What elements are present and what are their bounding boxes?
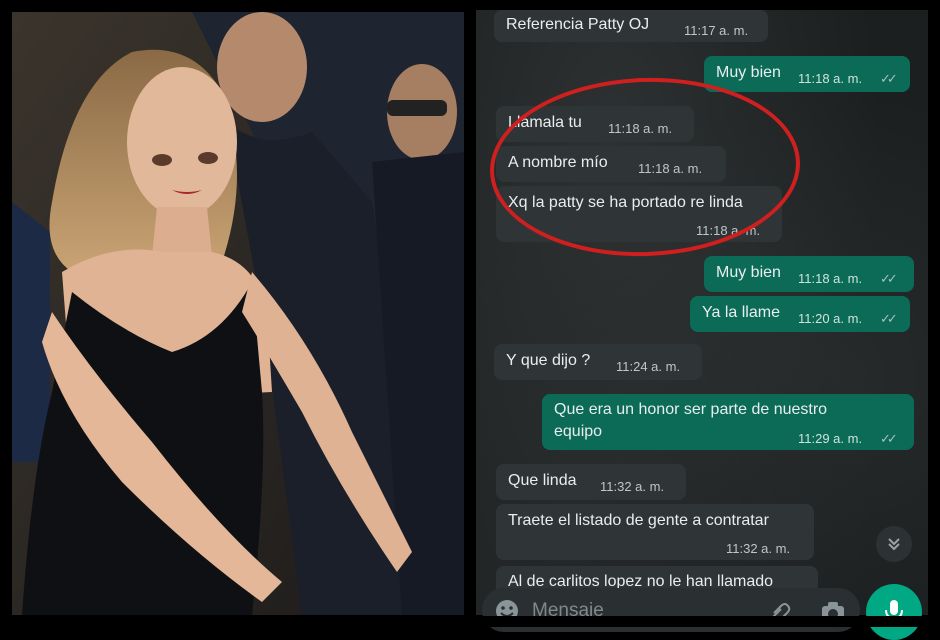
message-text: Ya la llame (702, 304, 780, 321)
message-outgoing[interactable]: Muy bien 11:18 a. m. ✓✓ (704, 56, 910, 92)
message-time: 11:18 a. m. (638, 161, 703, 176)
news-photo (12, 12, 464, 615)
message-text: Muy bien (716, 264, 781, 281)
message-text: equipo (554, 423, 603, 440)
message-text: Que era un honor ser parte de nuestro (554, 401, 828, 418)
read-ticks-icon: ✓✓ (880, 71, 898, 86)
message-text: Muy bien (716, 64, 781, 81)
read-ticks-icon: ✓✓ (880, 271, 898, 286)
frame-bottom-edge (0, 616, 940, 627)
read-ticks-icon: ✓✓ (880, 311, 898, 326)
scroll-down-button[interactable] (876, 526, 912, 562)
message-time: 11:29 a. m. (798, 431, 863, 446)
message-incoming[interactable]: A nombre mío 11:18 a. m. (496, 146, 726, 182)
message-incoming[interactable]: Y que dijo ? 11:24 a. m. (494, 344, 702, 380)
message-text: A nombre mío (508, 154, 608, 171)
message-incoming[interactable]: Llamala tu 11:18 a. m. (496, 106, 694, 142)
message-text: Traete el listado de gente a contratar (508, 512, 769, 529)
message-text: Que linda (508, 472, 577, 489)
message-incoming[interactable]: Que linda 11:32 a. m. (496, 464, 686, 500)
message-text: Llamala tu (508, 114, 582, 131)
read-ticks-icon: ✓✓ (880, 431, 898, 446)
message-text: Referencia Patty OJ (506, 16, 650, 33)
message-outgoing[interactable]: Que era un honor ser parte de nuestro eq… (542, 394, 914, 450)
message-incoming[interactable]: Traete el listado de gente a contratar 1… (496, 504, 814, 560)
message-text: Xq la patty se ha portado re linda (508, 194, 743, 211)
message-time: 11:18 a. m. (798, 71, 863, 86)
message-time: 11:18 a. m. (798, 271, 863, 286)
double-chevron-down-icon (888, 538, 900, 551)
message-outgoing[interactable]: Muy bien 11:18 a. m. ✓✓ (704, 256, 914, 292)
microphone-button[interactable] (866, 584, 922, 640)
message-incoming[interactable]: Xq la patty se ha portado re linda 11:18… (496, 186, 782, 242)
message-incoming[interactable]: Referencia Patty OJ 11:17 a. m. (494, 10, 768, 42)
message-time: 11:17 a. m. (684, 23, 749, 38)
message-outgoing[interactable]: Ya la llame 11:20 a. m. ✓✓ (690, 296, 910, 332)
message-time: 11:32 a. m. (726, 541, 791, 556)
message-time: 11:18 a. m. (696, 223, 761, 238)
message-text: Y que dijo ? (506, 352, 591, 369)
photo-illustration (12, 12, 464, 615)
message-time: 11:32 a. m. (600, 479, 665, 494)
message-time: 11:24 a. m. (616, 359, 681, 374)
message-time: 11:18 a. m. (608, 121, 673, 136)
message-time: 11:20 a. m. (798, 311, 863, 326)
